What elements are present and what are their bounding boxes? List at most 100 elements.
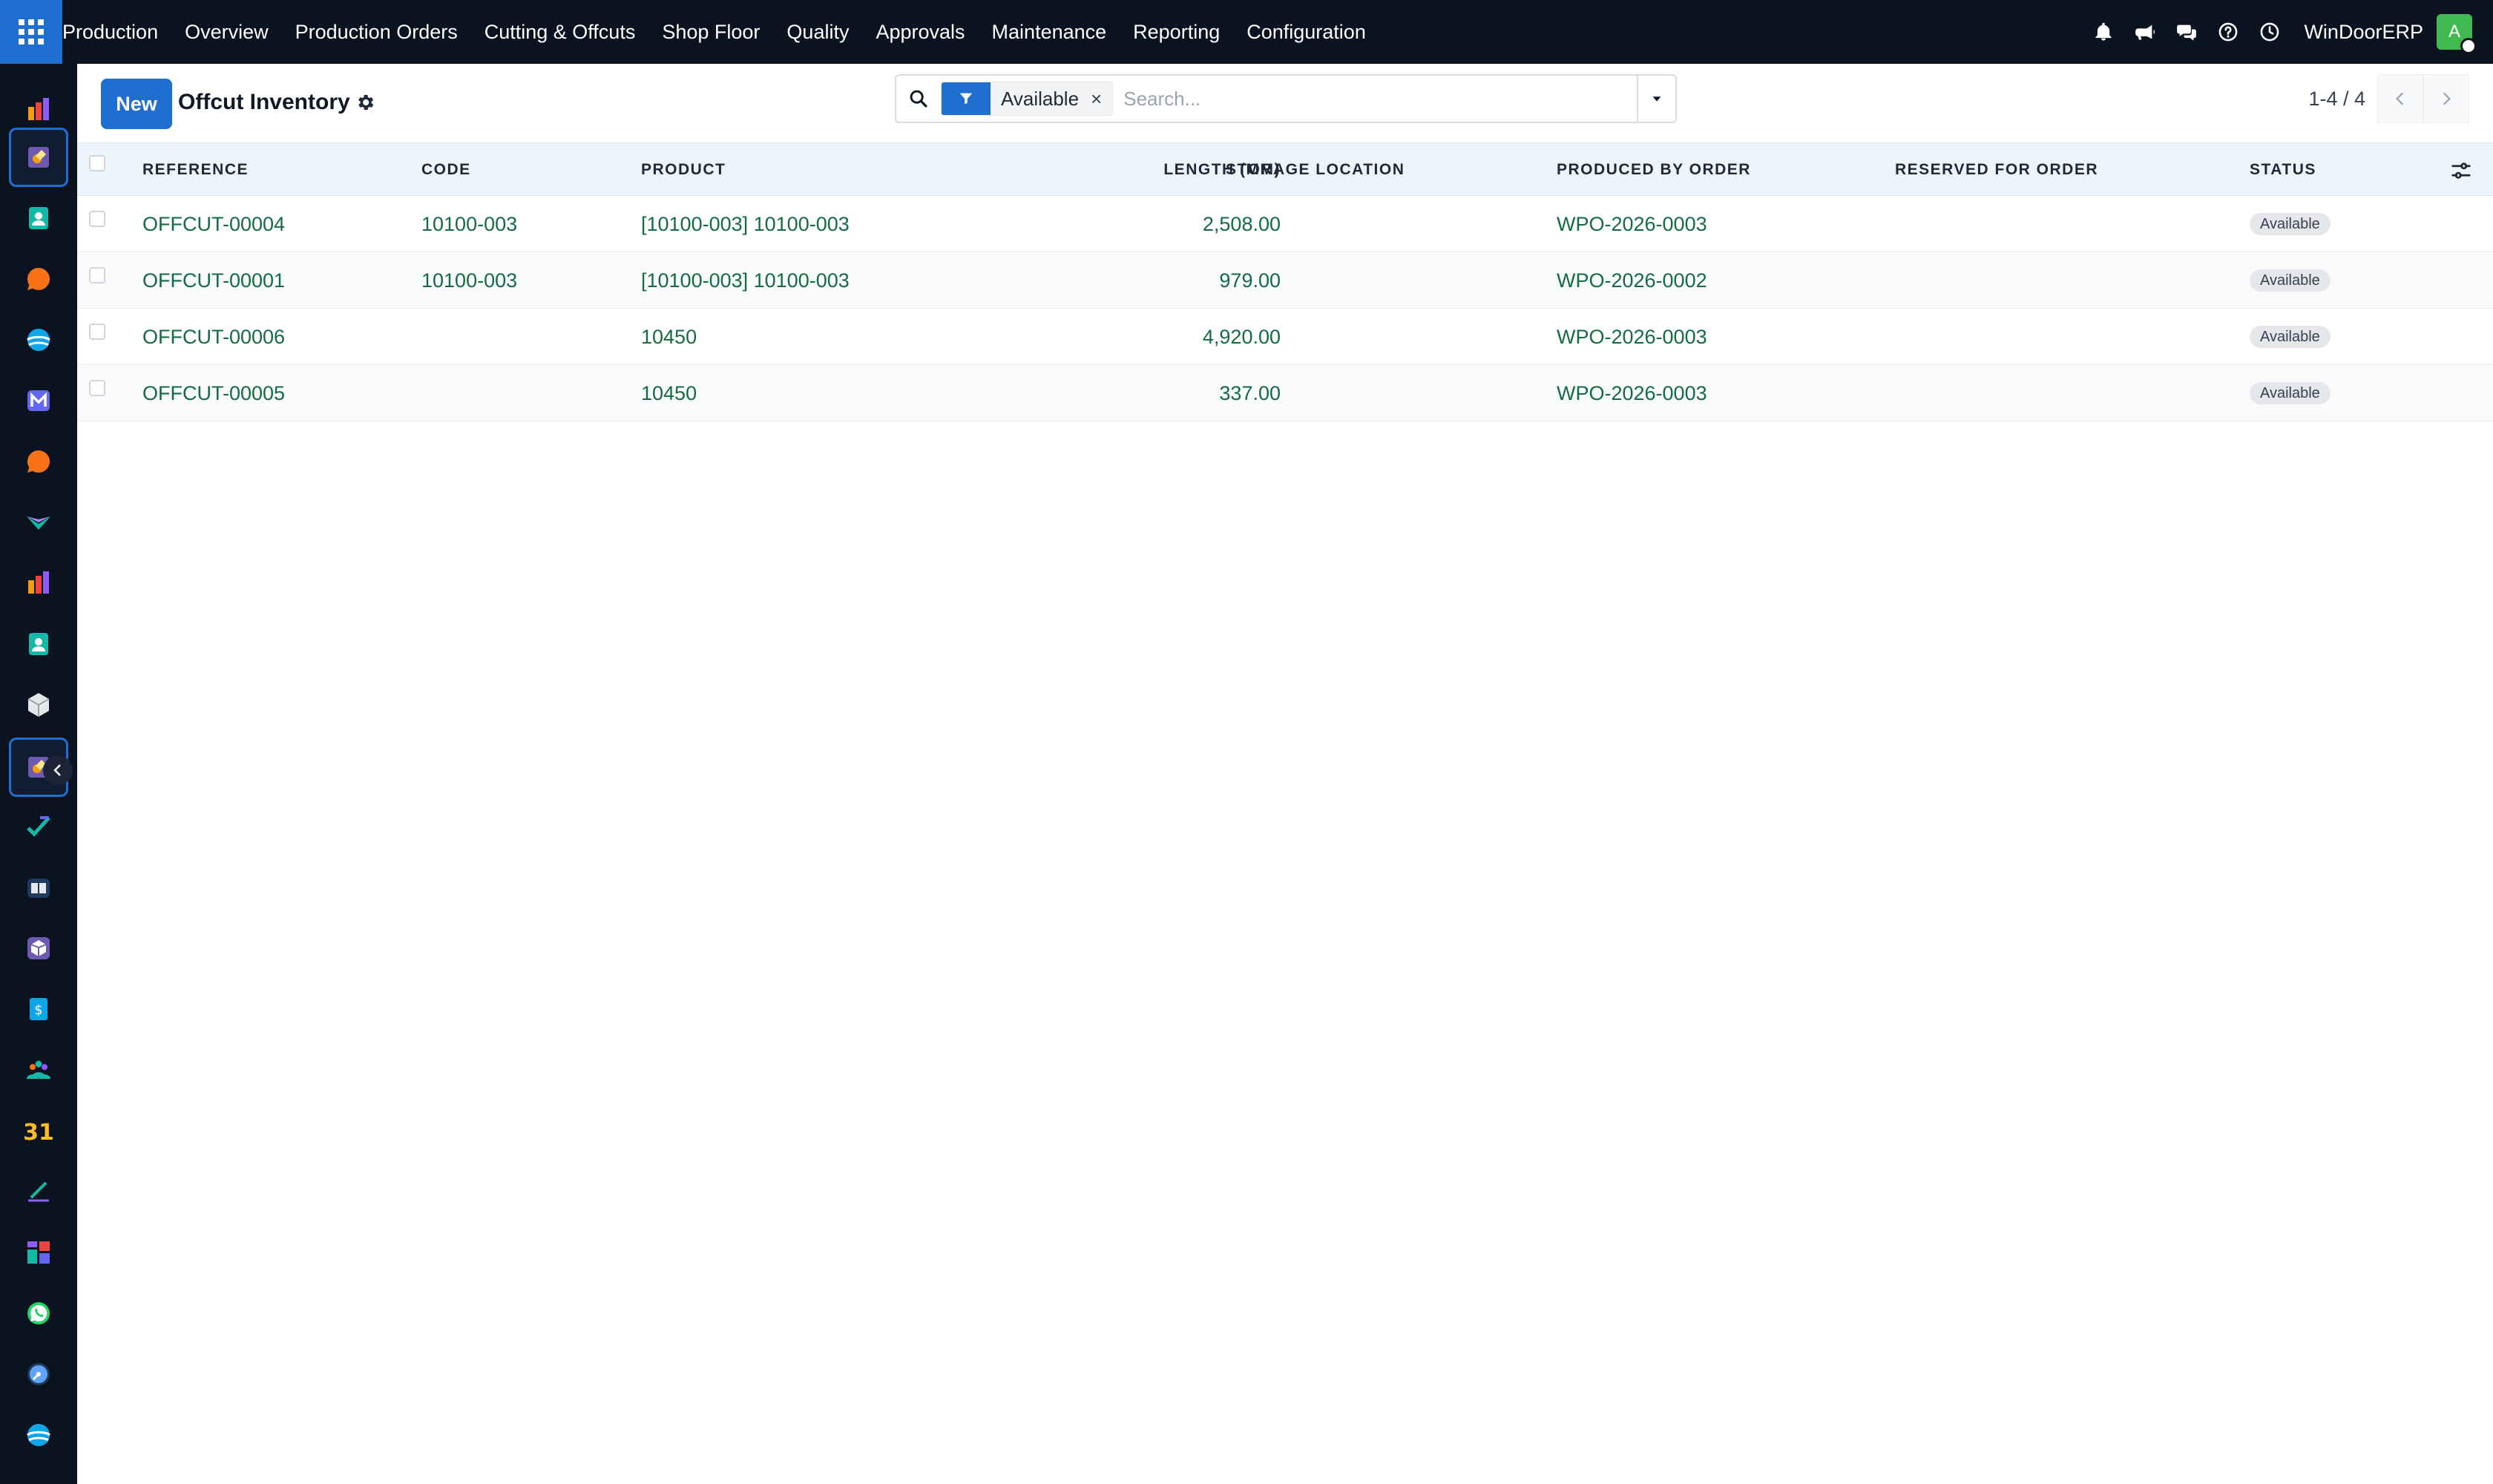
cell-reference[interactable]: OFFCUT-00004 (142, 196, 285, 252)
cell-product[interactable]: 10450 (641, 365, 697, 421)
table-row[interactable]: OFFCUT-00006 10450 4,920.00 WPO-2026-000… (77, 309, 2493, 365)
menu-configuration[interactable]: Configuration (1233, 0, 1379, 64)
cell-produced-by-order[interactable]: WPO-2026-0002 (1557, 252, 1707, 309)
cell-produced-by-order[interactable]: WPO-2026-0003 (1557, 196, 1707, 252)
clock-icon[interactable] (2249, 0, 2290, 64)
status-badge: Available (2250, 269, 2331, 292)
menu-app-name[interactable]: Production (62, 0, 171, 64)
status-badge: Available (2250, 213, 2331, 235)
bell-icon[interactable] (2083, 0, 2124, 64)
quality-icon[interactable] (9, 858, 68, 917)
search-bar: Available × (895, 74, 1677, 123)
gear-icon[interactable] (355, 92, 375, 113)
inventory-icon[interactable] (9, 614, 68, 674)
table-row[interactable]: OFFCUT-00005 10450 337.00 WPO-2026-0003 … (77, 365, 2493, 421)
column-header-reserved-for-order[interactable]: RESERVED FOR ORDER (1895, 143, 2098, 197)
website-icon[interactable] (9, 1345, 68, 1404)
column-header-produced-by-order[interactable]: PRODUCED BY ORDER (1557, 143, 1751, 197)
column-header-product[interactable]: PRODUCT (641, 143, 726, 197)
table-row[interactable]: OFFCUT-00004 10100-003 [10100-003] 10100… (77, 196, 2493, 252)
sign-icon[interactable]: 31 (9, 1101, 68, 1160)
cell-produced-by-order[interactable]: WPO-2026-0003 (1557, 365, 1707, 421)
teams-icon[interactable]: $ (9, 979, 68, 1039)
select-all-checkbox[interactable] (89, 155, 105, 171)
pager-value[interactable]: 1-4 / 4 (2308, 88, 2365, 111)
menu-overview[interactable]: Overview (171, 0, 282, 64)
sites-icon[interactable] (9, 1405, 68, 1465)
facet-value: Available (1001, 87, 1080, 110)
cell-reference[interactable]: OFFCUT-00001 (142, 252, 285, 309)
chat-icon[interactable] (9, 432, 68, 491)
status-badge: Available (2250, 326, 2331, 348)
dashboard-icon[interactable] (9, 1162, 68, 1221)
new-button[interactable]: New (101, 79, 172, 129)
cell-length[interactable]: 4,920.00 (968, 309, 1281, 365)
manufacturing-icon[interactable] (9, 675, 68, 735)
top-navbar: Production Overview Production Orders Cu… (0, 0, 2493, 64)
help-icon[interactable] (2207, 0, 2249, 64)
cell-code[interactable]: 10100-003 (421, 196, 517, 252)
cell-product[interactable]: 10450 (641, 309, 697, 365)
mail-icon[interactable] (9, 371, 68, 430)
chevron-left-icon (53, 764, 61, 776)
cell-length[interactable]: 337.00 (968, 365, 1281, 421)
menu-production-orders[interactable]: Production Orders (282, 0, 471, 64)
cell-reference[interactable]: OFFCUT-00006 (142, 309, 285, 365)
facet-remove-icon[interactable]: × (1088, 88, 1112, 111)
company-switcher[interactable]: WinDoorERP (2290, 21, 2437, 44)
search-options-toggle[interactable] (1637, 76, 1675, 122)
knowledge-icon[interactable] (9, 797, 68, 856)
menu-approvals[interactable]: Approvals (862, 0, 978, 64)
employees-icon[interactable] (9, 554, 68, 613)
menu-maintenance[interactable]: Maintenance (979, 0, 1120, 64)
row-checkbox[interactable] (89, 324, 105, 340)
column-header-code[interactable]: CODE (421, 143, 471, 197)
table-row[interactable]: OFFCUT-00001 10100-003 [10100-003] 10100… (77, 252, 2493, 309)
pager: 1-4 / 4 (2308, 74, 2469, 123)
control-panel: New Offcut Inventory Available × 1-4 / 4 (77, 64, 2493, 142)
cell-product[interactable]: [10100-003] 10100-003 (641, 196, 850, 252)
reporting-icon[interactable] (9, 493, 68, 552)
contacts-icon[interactable] (9, 188, 68, 248)
apps-grid-icon (19, 19, 44, 45)
search-icon[interactable] (896, 76, 941, 122)
column-header-reference[interactable]: REFERENCE (142, 143, 249, 197)
chevron-right-icon (2443, 92, 2451, 105)
presence-dot (2460, 38, 2477, 54)
row-checkbox[interactable] (89, 267, 105, 283)
cell-length[interactable]: 2,508.00 (968, 196, 1281, 252)
cell-product[interactable]: [10100-003] 10100-003 (641, 252, 850, 309)
dock-collapse-button[interactable] (43, 755, 73, 785)
megaphone-icon[interactable] (2124, 0, 2166, 64)
row-checkbox[interactable] (89, 211, 105, 227)
app-switcher-button[interactable] (0, 0, 62, 64)
cell-produced-by-order[interactable]: WPO-2026-0003 (1557, 309, 1707, 365)
optional-columns-icon[interactable] (2450, 160, 2472, 182)
pager-previous-button[interactable] (2377, 74, 2423, 123)
menu-quality[interactable]: Quality (773, 0, 862, 64)
column-header-storage-location[interactable]: STORAGE LOCATION (1226, 143, 1405, 197)
offcuts-icon[interactable] (9, 128, 68, 187)
calendar-icon[interactable] (9, 1040, 68, 1100)
chat-icon[interactable] (2166, 0, 2207, 64)
discuss-icon[interactable] (9, 249, 68, 309)
helpdesk-icon[interactable] (9, 310, 68, 370)
row-checkbox[interactable] (89, 380, 105, 396)
search-input[interactable] (1113, 76, 1637, 121)
menu-reporting[interactable]: Reporting (1120, 0, 1233, 64)
pager-next-button[interactable] (2423, 74, 2469, 123)
page-title: Offcut Inventory (178, 90, 350, 114)
whatsapp-icon[interactable] (9, 1223, 68, 1282)
svg-text:$: $ (34, 1002, 42, 1018)
timer-icon[interactable] (9, 1284, 68, 1343)
invoicing-icon[interactable] (9, 919, 68, 978)
cell-reference[interactable]: OFFCUT-00005 (142, 365, 285, 421)
menu-cutting-offcuts[interactable]: Cutting & Offcuts (471, 0, 649, 64)
menu-shop-floor[interactable]: Shop Floor (648, 0, 773, 64)
filter-icon (942, 82, 991, 115)
cell-code[interactable]: 10100-003 (421, 252, 517, 309)
svg-text:31: 31 (24, 1120, 53, 1146)
cell-length[interactable]: 979.00 (968, 252, 1281, 309)
user-avatar[interactable]: A (2437, 14, 2477, 54)
column-header-status[interactable]: STATUS (2250, 143, 2316, 197)
